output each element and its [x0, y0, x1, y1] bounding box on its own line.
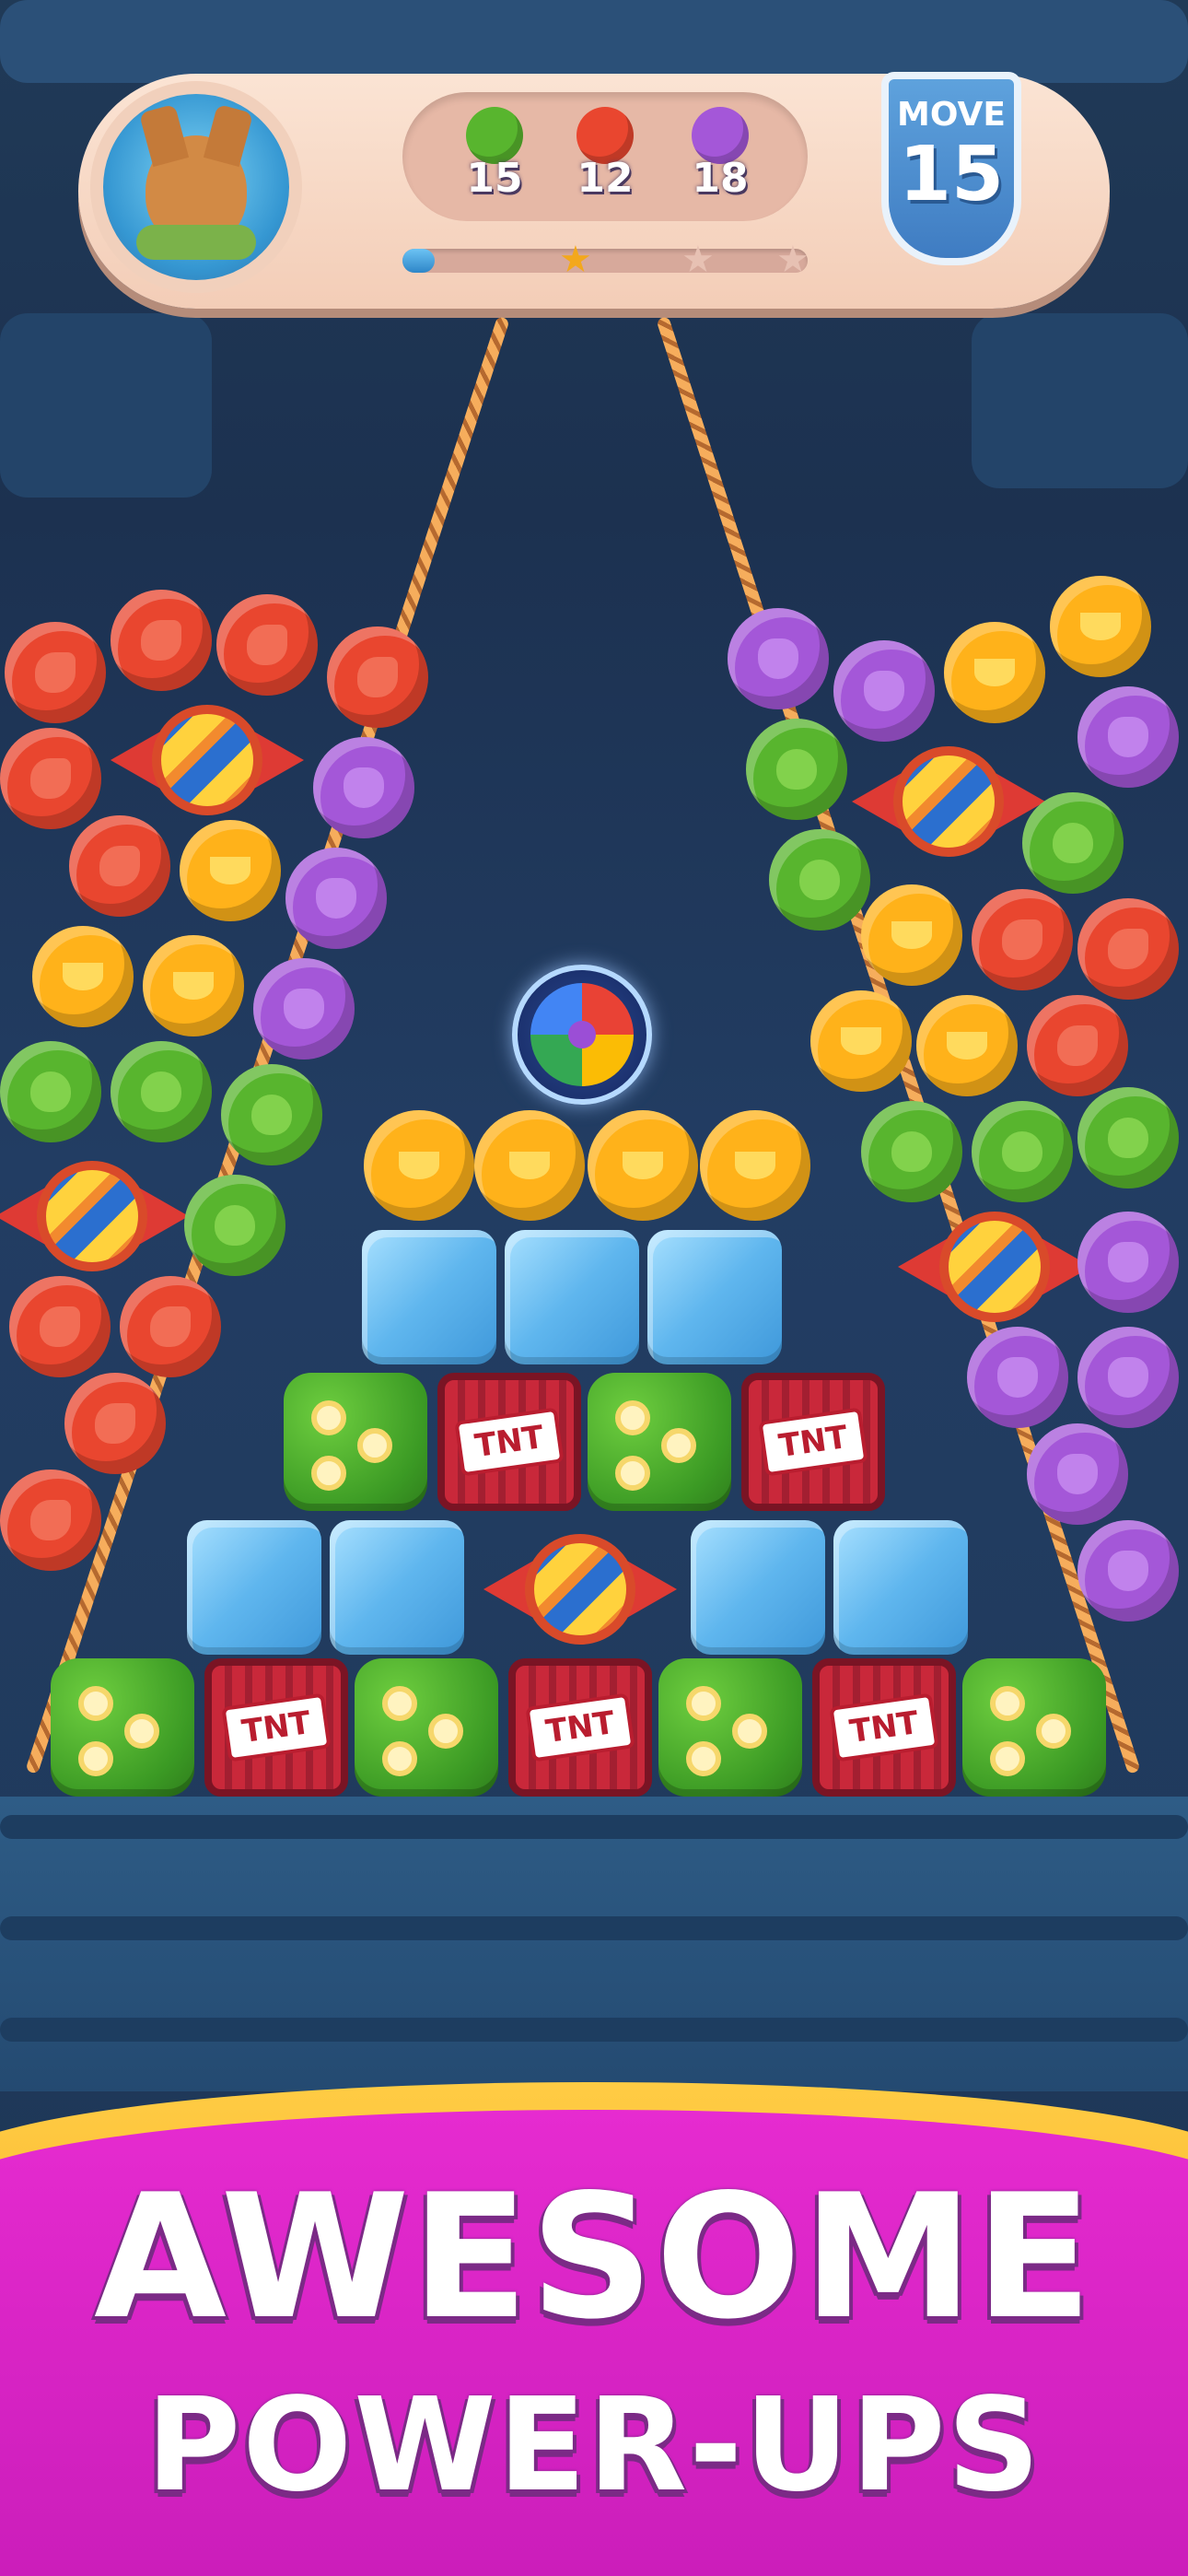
promo-title-line1: AWESOME [93, 2157, 1095, 2357]
banana-piece[interactable] [143, 935, 244, 1036]
strawberry-piece[interactable] [1027, 995, 1128, 1096]
banana-piece[interactable] [1050, 576, 1151, 677]
strawberry-piece[interactable] [5, 622, 106, 723]
promo-title-line2: POWER-UPS [146, 2371, 1042, 2521]
tnt-crate[interactable]: TNT [812, 1658, 956, 1797]
banana-piece[interactable] [32, 926, 134, 1027]
candy-bomb-powerup[interactable] [852, 742, 1045, 861]
strawberry-piece[interactable] [1077, 898, 1179, 1000]
banana-piece[interactable] [861, 884, 962, 986]
banana-piece[interactable] [588, 1110, 698, 1221]
banana-piece[interactable] [180, 820, 281, 921]
star-icon-1: ★ [559, 239, 592, 281]
star-icon-2: ★ [681, 239, 715, 281]
apple-piece[interactable] [769, 829, 870, 931]
goal-tray: 15 12 18 [402, 92, 808, 221]
apple-piece[interactable] [184, 1175, 285, 1276]
grape-piece[interactable] [728, 608, 829, 709]
strawberry-piece[interactable] [64, 1373, 166, 1474]
star-icon-3: ★ [776, 239, 809, 281]
apple-piece[interactable] [1077, 1087, 1179, 1188]
ice-block[interactable] [505, 1230, 639, 1364]
goal-strawberry-count: 12 [577, 155, 634, 202]
tnt-crate[interactable]: TNT [437, 1373, 581, 1511]
tnt-crate[interactable]: TNT [508, 1658, 652, 1797]
banana-piece[interactable] [916, 995, 1018, 1096]
goal-grape: 18 [674, 107, 766, 202]
scarf-icon [136, 225, 256, 260]
grape-piece[interactable] [1077, 1212, 1179, 1313]
dog-avatar[interactable] [90, 81, 302, 293]
ice-block[interactable] [833, 1520, 968, 1655]
flower-bush-block[interactable] [588, 1373, 731, 1511]
apple-piece[interactable] [111, 1041, 212, 1142]
strawberry-piece[interactable] [0, 1469, 101, 1571]
apple-piece[interactable] [861, 1101, 962, 1202]
cave-wall-right [972, 313, 1188, 488]
tnt-crate[interactable]: TNT [741, 1373, 885, 1511]
flower-bush-block[interactable] [51, 1658, 194, 1797]
pinwheel-powerup[interactable] [512, 965, 652, 1105]
banana-piece[interactable] [364, 1110, 474, 1221]
flower-bush-block[interactable] [962, 1658, 1106, 1797]
grape-piece[interactable] [833, 640, 935, 742]
cave-wall-left [0, 313, 212, 498]
grape-piece[interactable] [1077, 1520, 1179, 1622]
goal-apple: 15 [448, 107, 541, 202]
banana-piece[interactable] [944, 622, 1045, 723]
strawberry-piece[interactable] [216, 594, 318, 696]
strawberry-piece[interactable] [69, 815, 170, 917]
apple-piece[interactable] [972, 1101, 1073, 1202]
grape-piece[interactable] [253, 958, 355, 1060]
ice-block[interactable] [362, 1230, 496, 1364]
ice-block[interactable] [330, 1520, 464, 1655]
candy-bomb-powerup[interactable] [0, 1156, 189, 1276]
goal-grape-count: 18 [692, 155, 749, 202]
moves-label: MOVE [897, 96, 1006, 134]
strawberry-piece[interactable] [972, 889, 1073, 990]
score-progress-fill [402, 249, 436, 273]
flower-bush-block[interactable] [658, 1658, 802, 1797]
grape-piece[interactable] [313, 737, 414, 838]
ice-block[interactable] [691, 1520, 825, 1655]
candy-bomb-powerup[interactable] [898, 1207, 1091, 1327]
strawberry-piece[interactable] [9, 1276, 111, 1377]
apple-piece[interactable] [221, 1064, 322, 1165]
candy-bomb-powerup[interactable] [111, 700, 304, 820]
goal-apple-count: 15 [466, 155, 523, 202]
apple-piece[interactable] [746, 719, 847, 820]
grape-piece[interactable] [967, 1327, 1068, 1428]
banana-piece[interactable] [810, 990, 912, 1092]
moves-counter: MOVE 15 [881, 72, 1021, 265]
goal-strawberry: 12 [559, 107, 651, 202]
top-wave-band [0, 0, 1188, 83]
grape-piece[interactable] [285, 848, 387, 949]
moves-value: 15 [898, 131, 1005, 218]
grape-piece[interactable] [1077, 686, 1179, 788]
apple-piece[interactable] [1022, 792, 1124, 894]
tnt-crate[interactable]: TNT [204, 1658, 348, 1797]
score-progress-bar [402, 249, 808, 273]
strawberry-piece[interactable] [327, 626, 428, 728]
banana-piece[interactable] [474, 1110, 585, 1221]
strawberry-piece[interactable] [120, 1276, 221, 1377]
game-screen: 15 12 18 ★ ★ ★ MOVE 15 TNT TNT TNT TNT T… [0, 0, 1188, 2576]
flower-bush-block[interactable] [355, 1658, 498, 1797]
strawberry-piece[interactable] [111, 590, 212, 691]
apple-piece[interactable] [0, 1041, 101, 1142]
strawberry-piece[interactable] [0, 728, 101, 829]
ice-block[interactable] [187, 1520, 321, 1655]
grape-piece[interactable] [1077, 1327, 1179, 1428]
grape-piece[interactable] [1027, 1423, 1128, 1525]
flower-bush-block[interactable] [284, 1373, 427, 1511]
ice-block[interactable] [647, 1230, 782, 1364]
banana-piece[interactable] [700, 1110, 810, 1221]
candy-bomb-powerup[interactable] [483, 1529, 677, 1649]
cave-floor [0, 1797, 1188, 2091]
